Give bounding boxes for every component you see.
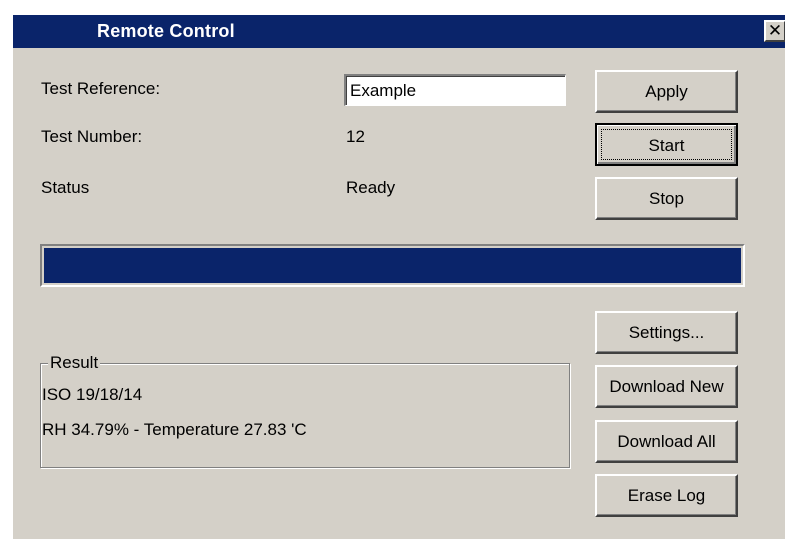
test-number-label: Test Number: xyxy=(41,127,143,146)
close-icon: ✕ xyxy=(767,21,783,40)
status-value: Ready xyxy=(346,178,396,197)
window-title: Remote Control xyxy=(97,21,235,41)
apply-button[interactable]: Apply xyxy=(595,70,738,113)
close-button[interactable]: ✕ xyxy=(764,20,785,42)
test-reference-label: Test Reference: xyxy=(41,79,161,98)
progress-fill xyxy=(44,248,741,283)
erase-log-button[interactable]: Erase Log xyxy=(595,474,738,517)
test-reference-input[interactable] xyxy=(344,74,566,106)
start-button[interactable]: Start xyxy=(595,123,738,166)
stop-button[interactable]: Stop xyxy=(595,177,738,220)
download-new-button[interactable]: Download New xyxy=(595,365,738,408)
progress-bar xyxy=(40,244,745,287)
download-all-button[interactable]: Download All xyxy=(595,420,738,463)
settings-button[interactable]: Settings... xyxy=(595,311,738,354)
status-label: Status xyxy=(41,178,90,197)
remote-control-dialog: Remote Control ✕ Test Reference: Test Nu… xyxy=(12,14,785,539)
result-legend: Result xyxy=(48,353,101,373)
result-rh-temperature: RH 34.79% - Temperature 27.83 'C xyxy=(42,420,307,439)
title-bar[interactable]: Remote Control ✕ xyxy=(13,15,785,48)
test-number-value: 12 xyxy=(346,127,365,146)
result-iso-code: ISO 19/18/14 xyxy=(42,385,143,404)
start-button-label: Start xyxy=(601,129,732,160)
result-groupbox: Result ISO 19/18/14 RH 34.79% - Temperat… xyxy=(40,353,570,468)
